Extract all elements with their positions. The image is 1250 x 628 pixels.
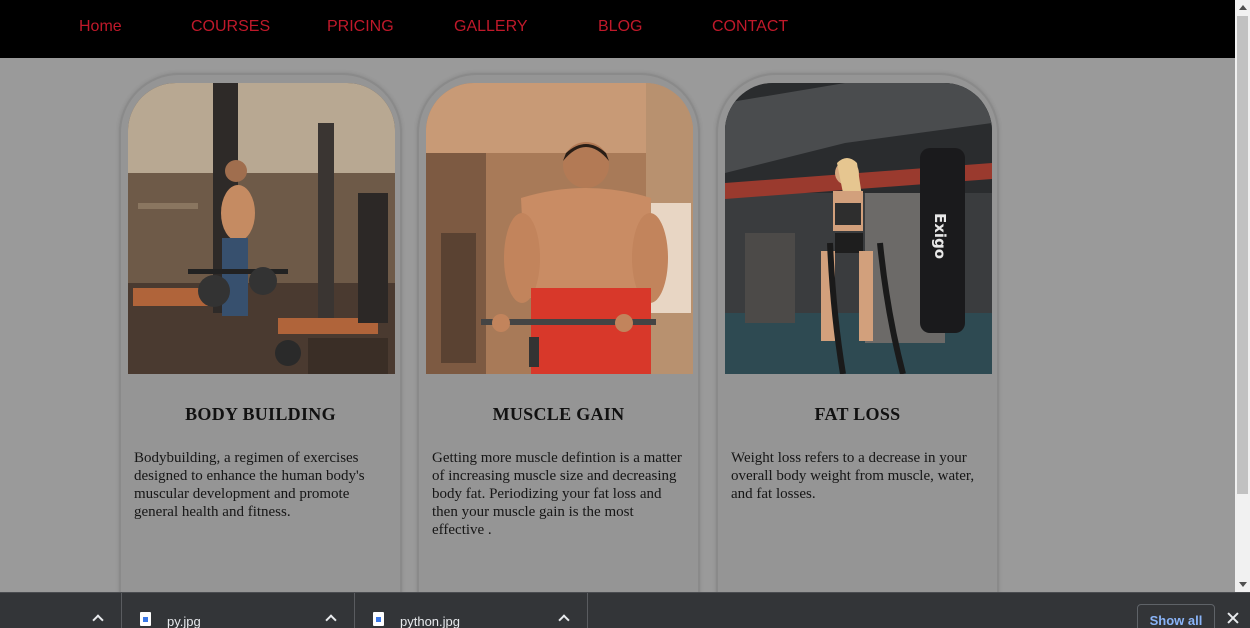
svg-text:Exigo: Exigo xyxy=(931,213,949,259)
card-title: FAT LOSS xyxy=(814,404,901,424)
chevron-up-icon[interactable] xyxy=(92,614,104,626)
card-description: Getting more muscle defintion is a matte… xyxy=(432,450,682,538)
nav-pricing[interactable]: PRICING xyxy=(327,18,394,36)
download-item[interactable]: py.jpg xyxy=(122,593,355,628)
download-file-name: py.jpg xyxy=(167,614,201,628)
woman-battle-ropes-image: Exigo xyxy=(725,83,992,374)
card-title: BODY BUILDING xyxy=(185,404,336,424)
muscle-man-curling-image xyxy=(426,83,693,374)
nav-courses[interactable]: COURSES xyxy=(191,18,270,36)
navbar: Home COURSES PRICING GALLERY BLOG CONTAC… xyxy=(0,0,1235,58)
close-icon[interactable] xyxy=(1226,611,1240,625)
scrollbar-thumb[interactable] xyxy=(1237,16,1248,494)
download-file-name: python.jpg xyxy=(400,614,460,628)
course-card-fat-loss: Exigo FAT LOSS Weight loss refers to a d… xyxy=(716,73,999,592)
nav-blog[interactable]: BLOG xyxy=(598,18,642,36)
downloads-bar: py.jpg python.jpg Show all xyxy=(0,592,1250,628)
vertical-scrollbar[interactable] xyxy=(1235,0,1250,592)
card-title: MUSCLE GAIN xyxy=(492,404,625,424)
card-description: Weight loss refers to a decrease in your… xyxy=(731,450,975,502)
nav-home[interactable]: Home xyxy=(79,18,122,36)
scroll-up-arrow-icon[interactable] xyxy=(1235,0,1250,15)
chevron-up-icon[interactable] xyxy=(325,614,337,626)
show-all-button[interactable]: Show all xyxy=(1137,604,1215,628)
card-description: Bodybuilding, a regimen of exercises des… xyxy=(134,450,365,520)
nav-gallery[interactable]: GALLERY xyxy=(454,18,528,36)
course-card-body-building: BODY BUILDING Bodybuilding, a regimen of… xyxy=(119,73,402,592)
download-item-previous[interactable] xyxy=(0,593,122,628)
muscle-man-curling-photo xyxy=(426,83,693,374)
file-icon xyxy=(373,612,384,626)
page-viewport: Home COURSES PRICING GALLERY BLOG CONTAC… xyxy=(0,0,1235,592)
scroll-down-arrow-icon[interactable] xyxy=(1235,577,1250,592)
nav-contact[interactable]: CONTACT xyxy=(712,18,788,36)
gym-bodybuilder-photo xyxy=(128,83,395,374)
chevron-up-icon[interactable] xyxy=(558,614,570,626)
download-item[interactable]: python.jpg xyxy=(355,593,588,628)
file-icon xyxy=(140,612,151,626)
course-card-muscle-gain: MUSCLE GAIN Getting more muscle defintio… xyxy=(417,73,700,592)
gym-bodybuilder-image xyxy=(128,83,395,374)
woman-battle-ropes-photo: Exigo xyxy=(725,83,992,374)
